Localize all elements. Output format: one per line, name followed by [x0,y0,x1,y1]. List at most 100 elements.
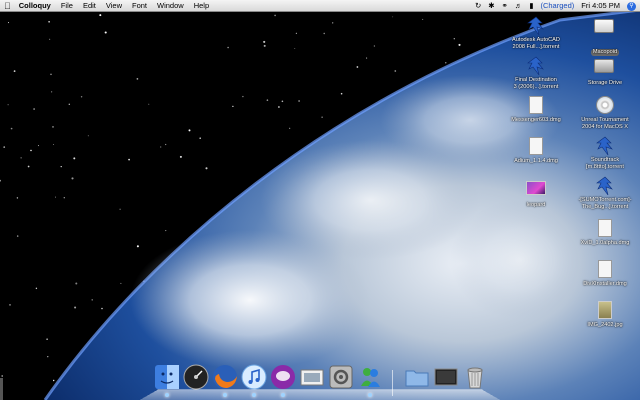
desktop-icon-adium-dmg[interactable]: Adium_1.1.4.dmg [505,136,567,165]
documents-folder-icon [405,370,429,387]
star [295,32,297,34]
star [120,282,122,284]
bluetooth-icon[interactable]: ✱ [488,0,494,12]
star [392,16,394,18]
star [63,197,65,199]
apple-menu-icon[interactable]:  [4,0,11,12]
dock-colloquy[interactable] [270,364,296,397]
desktop-icon-leopard[interactable]: leopard [505,178,567,209]
dock-system-preferences[interactable] [328,364,354,390]
hard-drive-icon [594,59,614,73]
screen-edge-marker [0,378,3,400]
star [227,46,229,49]
star [30,149,32,152]
disc-icon [596,96,614,114]
star [321,116,323,118]
wifi-icon[interactable]: ⚭ [502,0,508,12]
dock-preview[interactable] [299,364,325,390]
star [356,66,359,68]
dmg-document-icon [529,137,543,155]
desktop-icon-messenger-dmg[interactable]: Messenger603.dmg [505,95,567,124]
desktop:  Colloquy File Edit View Font Window He… [0,0,640,400]
menu-font[interactable]: Font [132,0,147,12]
star [3,146,6,148]
dock-documents-folder[interactable] [404,364,430,390]
menu-bar:  Colloquy File Edit View Font Window He… [0,0,640,12]
star [394,70,397,72]
menu-help[interactable]: Help [194,0,209,12]
downloads-stack-icon [434,368,458,386]
menu-view[interactable]: View [106,0,122,12]
star [277,106,280,108]
star [87,135,89,137]
star [165,143,167,146]
desktop-icon-xvid-dmg[interactable]: XviD_1.0alpha.dmg [574,218,636,247]
star [47,356,49,358]
system-preferences-icon [329,365,353,389]
star [128,158,130,161]
sync-icon[interactable]: ↻ [475,0,481,12]
dock-msn-messenger[interactable] [357,364,383,397]
star [458,43,461,46]
star [37,145,40,147]
dmg-document-icon [529,96,543,114]
desktop-icon-soundtrack-torrent[interactable]: Soundtrack [m.8ttto].torrent [574,136,636,170]
star [68,103,71,106]
star [263,44,266,47]
desktop-icon-unreal-tournament[interactable]: Unreal Tournament 2004 for MacOS X [574,95,636,130]
desktop-icon-macopoid[interactable]: Macopoid [574,16,636,58]
star [52,126,54,128]
dock-finder[interactable] [154,364,180,397]
star [75,282,78,285]
menu-edit[interactable]: Edit [83,0,96,12]
volume-icon[interactable]: ♬ [515,0,523,12]
app-menu-colloquy[interactable]: Colloquy [19,0,51,12]
desktop-icon-storage-drive[interactable]: Storage Drive [574,56,636,87]
spotlight-icon[interactable]: ⚲ [627,1,636,11]
star [232,105,234,108]
star [7,22,10,24]
star [7,104,9,106]
star [323,32,325,35]
menu-window[interactable]: Window [157,0,184,12]
battery-status[interactable]: (Charged) [540,0,574,12]
dock-itunes[interactable] [241,364,267,397]
dock-trash[interactable] [462,364,488,390]
clock[interactable]: Fri 4:05 PM [581,0,620,12]
star [51,91,53,93]
star [60,165,62,168]
desktop-icon-divx-dmg[interactable]: DivXInstaller.dmg [574,259,636,288]
desktop-icon-img-jpg[interactable]: IMG_2402.jpg [574,300,636,329]
star [136,78,139,80]
dock [138,360,502,400]
dashboard-icon [183,364,209,390]
trash-icon [467,367,483,389]
torrent-icon [525,16,547,36]
star [188,129,191,132]
dock-firefox[interactable] [212,364,238,397]
star [91,299,93,301]
star [298,100,300,102]
star [33,108,35,110]
dock-downloads-stack[interactable] [433,364,459,390]
battery-icon[interactable]: ▮ [529,0,533,12]
star [74,306,77,309]
dock-dashboard[interactable] [183,364,209,390]
desktop-icon-sumotorrent-torrent[interactable]: -[SUMOTorrent.com]- The_Bug...].torrent [574,176,636,210]
star [101,307,103,310]
star [13,70,16,72]
star [294,48,296,49]
finder-icon [155,365,179,389]
star [9,304,11,306]
msn-messenger-icon [361,368,380,387]
desktop-icon-final-destination-torrent[interactable]: Final Destination 3 (2006)...].torrent [505,56,567,90]
dmg-document-icon [598,260,612,278]
ipod-drive-icon [594,19,614,33]
star [80,96,83,98]
torrent-icon [594,136,616,156]
menu-file[interactable]: File [61,0,73,12]
star [99,14,102,17]
desktop-icon-autocad-torrent[interactable]: Autodesk AutoCAD 2008 Full...].torrent [505,16,567,50]
torrent-icon [594,176,616,196]
star [16,235,19,237]
